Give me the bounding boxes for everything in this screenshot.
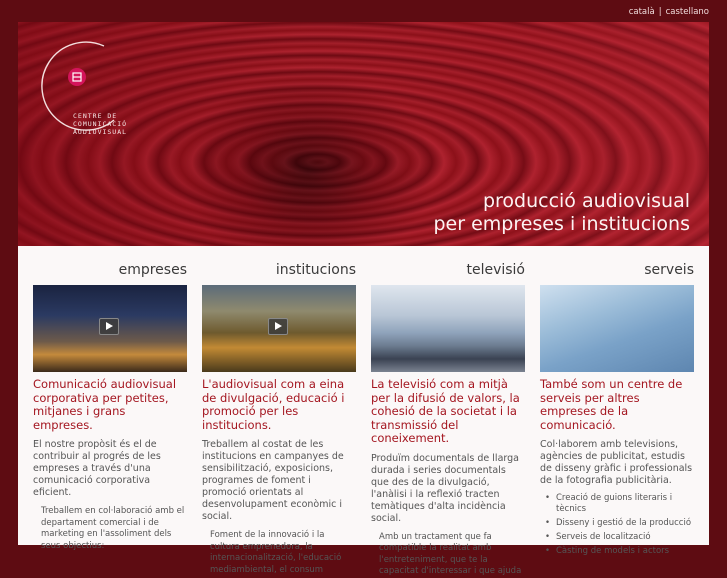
list-item: Serveis de localització [545,532,694,543]
play-icon[interactable] [268,318,288,335]
column-body-serveis: Col·laborem amb televisions, agències de… [540,439,693,486]
image-thumbnail-serveis[interactable] [540,285,694,372]
hero-banner: CENTRE DE COMUNICACIÓ AUDIOVISUAL produc… [18,22,709,246]
column-title-televisio[interactable]: televisió [371,262,525,282]
lang-separator: | [658,7,662,17]
language-selector: català | castellano [629,7,709,17]
column-sub-televisio: Amb un tractament que fa compatible la r… [379,531,522,577]
column-institucions: institucions L'audiovisual com a eina de… [202,262,356,576]
logo-line-1: CENTRE DE [73,112,118,120]
tagline-line-2: per empreses i institucions [433,213,690,235]
play-icon[interactable] [99,318,119,335]
list-item: Disseny i gestió de la producció [545,518,694,529]
content-panel: empreses Comunicació audiovisual corpora… [18,246,709,576]
column-televisio: televisió La televisió com a mitjà per l… [371,262,525,578]
hero-tagline: producció audiovisual per empreses i ins… [433,190,690,236]
column-lead-televisio: La televisió com a mitjà per la difusió … [371,377,520,445]
column-empreses: empreses Comunicació audiovisual corpora… [33,262,187,552]
lang-castellano-link[interactable]: castellano [666,7,709,17]
column-sub-institucions: Foment de la innovació i la cultura empr… [210,530,342,575]
image-thumbnail-televisio[interactable] [371,285,525,372]
list-item: Creació de guions literaris i tècnics [545,493,694,515]
column-lead-empreses: Comunicació audiovisual corporativa per … [33,377,177,432]
video-thumbnail-institucions[interactable] [202,285,356,372]
logo-line-3: AUDIOVISUAL [73,128,128,136]
column-lead-serveis: També som un centre de serveis per altre… [540,377,683,432]
column-lead-institucions: L'audiovisual com a eina de divulgació, … [202,377,345,432]
column-title-institucions[interactable]: institucions [202,262,356,282]
column-body-empreses: El nostre propòsit és el de contribuir a… [33,439,161,498]
column-body-institucions: Treballem al costat de les institucions … [202,439,344,522]
lang-catala-link[interactable]: català [629,7,655,17]
column-body-televisio: Produïm documentals de llarga durada i s… [371,452,519,524]
services-list: Creació de guions literaris i tècnics Di… [540,493,694,557]
column-title-serveis[interactable]: serveis [540,262,694,282]
logo-text: CENTRE DE COMUNICACIÓ AUDIOVISUAL [73,112,127,136]
column-serveis: serveis També som un centre de serveis p… [540,262,694,560]
tagline-line-1: producció audiovisual [482,190,690,212]
logo-line-2: COMUNICACIÓ [73,120,128,128]
column-title-empreses[interactable]: empreses [33,262,187,282]
list-item: Càsting de models i actors [545,546,694,557]
column-sub-empreses: Treballem en col·laboració amb el depart… [41,506,185,551]
video-thumbnail-empreses[interactable] [33,285,187,372]
